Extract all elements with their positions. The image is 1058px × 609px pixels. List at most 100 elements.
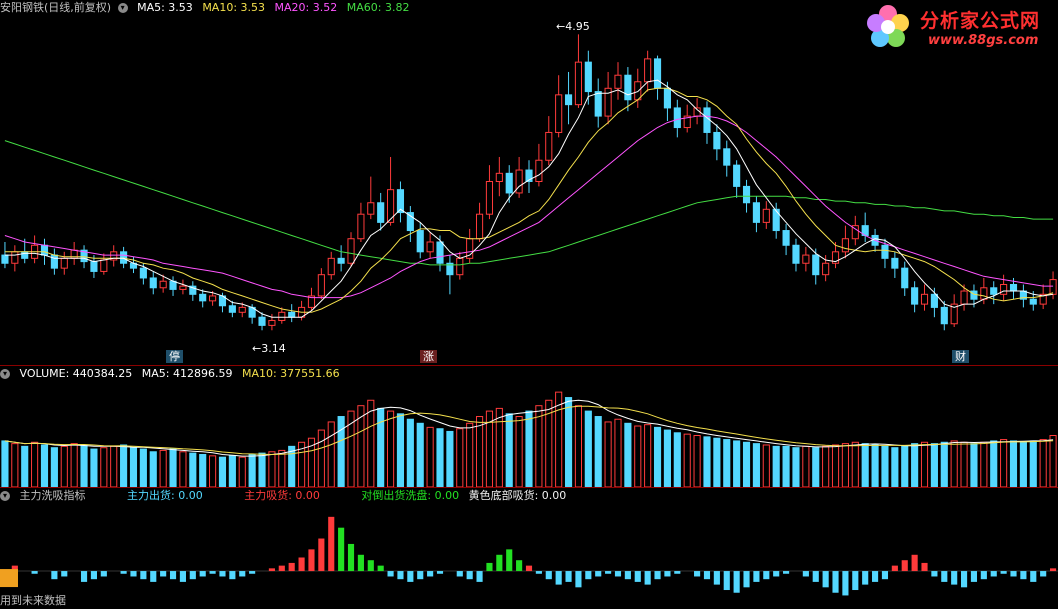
indicator-bar[interactable] bbox=[605, 571, 612, 574]
indicator-bar[interactable] bbox=[763, 571, 770, 580]
indicator-bar[interactable] bbox=[911, 554, 918, 572]
indicator-bar[interactable] bbox=[80, 571, 88, 582]
indicator-bar[interactable] bbox=[407, 571, 414, 582]
candle[interactable] bbox=[723, 148, 731, 166]
candle[interactable] bbox=[802, 254, 810, 264]
indicator-bar[interactable] bbox=[990, 571, 997, 577]
volume-bar[interactable] bbox=[179, 451, 187, 488]
volume-bar[interactable] bbox=[426, 426, 434, 488]
candle[interactable] bbox=[278, 311, 286, 321]
volume-bar[interactable] bbox=[1049, 435, 1057, 488]
volume-bar[interactable] bbox=[752, 443, 760, 488]
indicator-bar[interactable] bbox=[308, 549, 315, 572]
indicator-bar[interactable] bbox=[298, 557, 305, 572]
indicator-bar[interactable] bbox=[595, 571, 602, 577]
indicator-bar[interactable] bbox=[367, 560, 374, 572]
chevron-down-icon[interactable]: ▾ bbox=[117, 3, 128, 13]
volume-bar[interactable] bbox=[436, 428, 444, 488]
candle[interactable] bbox=[209, 295, 217, 302]
volume-bar[interactable] bbox=[802, 445, 810, 488]
volume-bar[interactable] bbox=[1, 440, 9, 488]
candle[interactable] bbox=[90, 261, 98, 272]
candle[interactable] bbox=[199, 293, 207, 302]
candle[interactable] bbox=[891, 257, 899, 269]
candle[interactable] bbox=[327, 257, 335, 276]
candle[interactable] bbox=[545, 131, 553, 161]
volume-bar[interactable] bbox=[723, 439, 731, 488]
indicator-bar[interactable] bbox=[249, 571, 256, 574]
volume-bar[interactable] bbox=[624, 422, 632, 488]
indicator-bar[interactable] bbox=[733, 571, 740, 593]
candle[interactable] bbox=[703, 107, 711, 133]
indicator-bar[interactable] bbox=[120, 571, 127, 574]
indicator-bar[interactable] bbox=[852, 571, 859, 591]
indicator-bar[interactable] bbox=[743, 571, 750, 588]
candle[interactable] bbox=[50, 254, 58, 269]
indicator-bar[interactable] bbox=[872, 571, 879, 582]
indicator-bar[interactable] bbox=[209, 571, 216, 574]
candle[interactable] bbox=[792, 244, 800, 264]
indicator-bar[interactable] bbox=[100, 571, 107, 577]
volume-bar[interactable] bbox=[891, 447, 899, 488]
indicator-bar[interactable] bbox=[842, 571, 849, 596]
indicator-bar[interactable] bbox=[516, 560, 523, 572]
indicator-bar[interactable] bbox=[466, 571, 473, 580]
indicator-bar[interactable] bbox=[951, 571, 958, 585]
volume-bar[interactable] bbox=[831, 444, 840, 488]
volume-bar[interactable] bbox=[812, 447, 820, 488]
volume-bar[interactable] bbox=[901, 445, 909, 488]
volume-bar[interactable] bbox=[1029, 440, 1037, 488]
indicator-bar[interactable] bbox=[150, 571, 157, 582]
volume-bar[interactable] bbox=[120, 444, 128, 488]
volume-bar[interactable] bbox=[475, 416, 484, 488]
candle[interactable] bbox=[238, 306, 246, 313]
volume-bar[interactable] bbox=[278, 449, 286, 488]
indicator-bar[interactable] bbox=[545, 571, 552, 580]
volume-bar[interactable] bbox=[594, 416, 602, 488]
volume-bar[interactable] bbox=[258, 452, 266, 488]
indicator-bar[interactable] bbox=[427, 571, 434, 577]
volume-bar[interactable] bbox=[456, 428, 464, 488]
indicator-bar[interactable] bbox=[674, 571, 681, 574]
indicator-bar[interactable] bbox=[357, 554, 364, 572]
indicator-bar[interactable] bbox=[278, 565, 285, 572]
volume-bar[interactable] bbox=[673, 432, 681, 488]
indicator-bar[interactable] bbox=[783, 571, 790, 574]
candle[interactable] bbox=[881, 244, 889, 259]
indicator-bar[interactable] bbox=[476, 571, 483, 582]
indicator-bar[interactable] bbox=[961, 571, 968, 588]
indicator-bar[interactable] bbox=[1010, 571, 1017, 577]
volume-bar[interactable] bbox=[317, 429, 325, 488]
volume-bar[interactable] bbox=[871, 444, 879, 488]
indicator-bar[interactable] bbox=[773, 571, 780, 577]
volume-bar[interactable] bbox=[406, 418, 414, 488]
volume-bar[interactable] bbox=[634, 425, 642, 488]
candle[interactable] bbox=[317, 274, 325, 297]
volume-bar[interactable] bbox=[881, 445, 889, 488]
indicator-bar[interactable] bbox=[328, 516, 335, 572]
volume-bar[interactable] bbox=[525, 410, 533, 488]
volume-bar[interactable] bbox=[218, 456, 227, 488]
candle[interactable] bbox=[1009, 284, 1018, 292]
indicator-bar[interactable] bbox=[496, 554, 503, 572]
indicator-bar[interactable] bbox=[51, 571, 58, 580]
indicator-bar[interactable] bbox=[753, 571, 760, 582]
candle[interactable] bbox=[495, 172, 503, 182]
indicator-bar[interactable] bbox=[644, 571, 651, 585]
volume-bar[interactable] bbox=[772, 445, 780, 488]
volume-bar[interactable] bbox=[40, 444, 49, 488]
candle[interactable] bbox=[673, 107, 681, 129]
volume-bar[interactable] bbox=[574, 405, 583, 488]
indicator-bar[interactable] bbox=[941, 571, 948, 582]
candle[interactable] bbox=[822, 262, 830, 276]
volume-bar[interactable] bbox=[683, 433, 691, 488]
chevron-down-icon[interactable]: ▾ bbox=[0, 369, 10, 379]
volume-bar[interactable] bbox=[495, 407, 503, 488]
candle[interactable] bbox=[940, 306, 948, 325]
candle[interactable] bbox=[564, 94, 573, 106]
indicator-bar[interactable] bbox=[862, 571, 869, 585]
indicator-bar[interactable] bbox=[802, 571, 809, 577]
indicator-bar[interactable] bbox=[891, 565, 898, 572]
volume-bar[interactable] bbox=[505, 413, 513, 488]
volume-bar[interactable] bbox=[129, 447, 138, 488]
